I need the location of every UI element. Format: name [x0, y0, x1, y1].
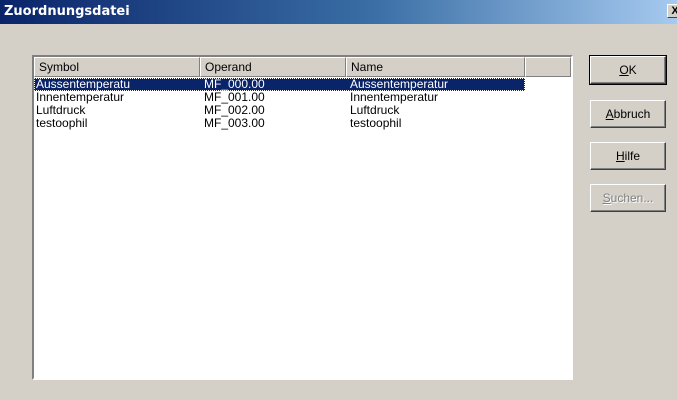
column-header-name[interactable]: Name [346, 57, 525, 77]
search-button[interactable]: Suchen... [590, 184, 666, 212]
cell-symbol: testoophil [36, 116, 88, 130]
title-bar: Zuordnungsdatei X [0, 0, 677, 24]
cell-operand: MF_003.00 [204, 116, 265, 130]
ok-label: K [628, 63, 637, 77]
search-label: uchen... [610, 191, 654, 205]
table-row[interactable]: Innentemperatur MF_001.00 Innentemperatu… [34, 91, 571, 104]
cancel-button[interactable]: Abbruch [590, 100, 666, 128]
help-button[interactable]: Hilfe [590, 142, 666, 170]
close-icon: X [671, 5, 677, 17]
close-button[interactable]: X [667, 4, 677, 18]
table-row[interactable]: Luftdruck MF_002.00 Luftdruck [34, 104, 571, 117]
search-accelerator: S [602, 191, 611, 205]
cell-name: testoophil [350, 116, 402, 130]
list-header: Symbol Operand Name [34, 57, 571, 77]
table-row[interactable]: testoophil MF_003.00 testoophil [34, 117, 571, 130]
cancel-label: bbruch [613, 107, 651, 121]
cancel-accelerator: A [605, 107, 614, 121]
ok-accelerator: O [619, 63, 629, 77]
column-header-operand[interactable]: Operand [200, 57, 346, 77]
column-header-symbol[interactable]: Symbol [34, 57, 200, 77]
ok-button[interactable]: OK [589, 55, 667, 85]
assignment-list[interactable]: Symbol Operand Name Aussentemperatu MF_0… [32, 55, 573, 380]
help-accelerator: H [615, 149, 625, 163]
window-title: Zuordnungsdatei [4, 4, 130, 19]
column-header-filler [525, 57, 571, 77]
help-label: ilfe [624, 149, 640, 163]
